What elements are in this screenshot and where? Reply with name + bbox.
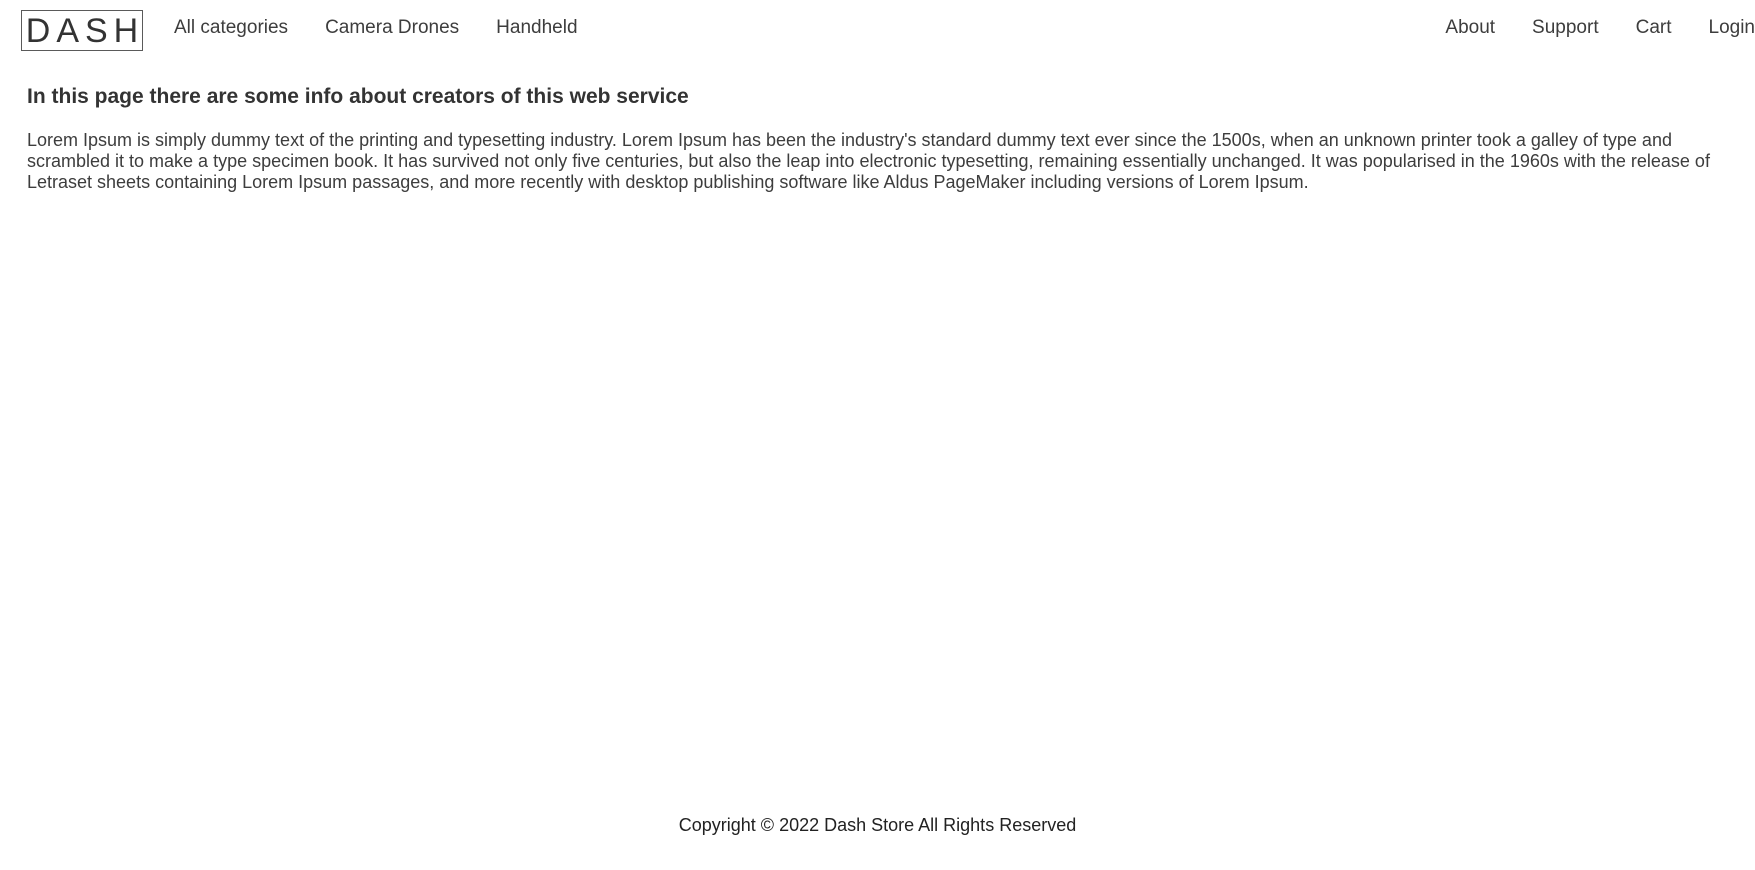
nav-link-camera-drones[interactable]: Camera Drones: [325, 17, 459, 39]
nav-link-cart[interactable]: Cart: [1636, 17, 1672, 39]
site-header: DASH All categories Camera Drones Handhe…: [0, 0, 1755, 56]
page: DASH All categories Camera Drones Handhe…: [0, 0, 1755, 870]
site-footer: Copyright © 2022 Dash Store All Rights R…: [0, 814, 1755, 836]
category-nav: All categories Camera Drones Handheld: [174, 17, 615, 39]
page-description: Lorem Ipsum is simply dummy text of the …: [27, 130, 1710, 192]
nav-link-all-categories[interactable]: All categories: [174, 17, 288, 39]
nav-link-about[interactable]: About: [1445, 17, 1495, 39]
nav-link-support[interactable]: Support: [1532, 17, 1599, 39]
nav-link-login[interactable]: Login: [1709, 17, 1755, 39]
copyright-text: Copyright © 2022 Dash Store All Rights R…: [678, 815, 1077, 835]
nav-link-handheld[interactable]: Handheld: [496, 17, 577, 39]
account-nav: About Support Cart Login: [1408, 17, 1755, 39]
page-title: In this page there are some info about c…: [27, 85, 689, 108]
main-content: In this page there are some info about c…: [27, 82, 1737, 193]
site-logo[interactable]: DASH: [21, 10, 143, 51]
